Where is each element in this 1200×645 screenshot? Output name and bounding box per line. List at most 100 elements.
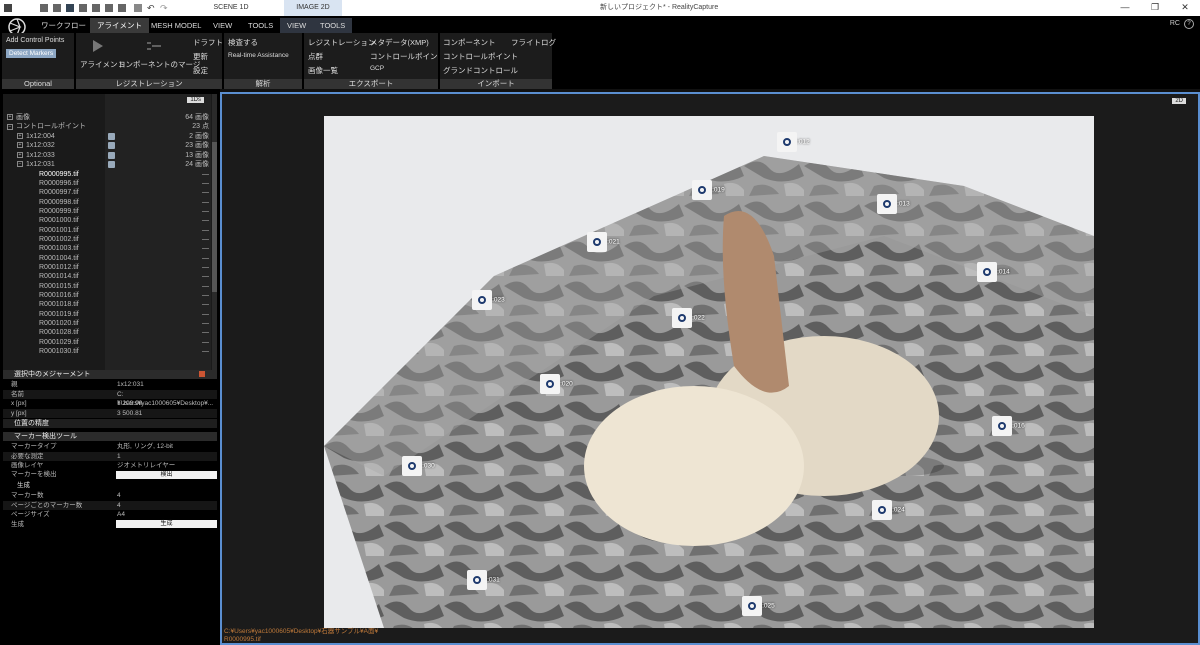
generate-section[interactable]: 生成	[3, 481, 217, 490]
tree-node[interactable]: + 画像	[7, 113, 30, 122]
layout-3-icon[interactable]	[66, 4, 74, 12]
control-point-marker[interactable]: 1x12:016	[992, 416, 1025, 436]
image-file-item[interactable]: R0001030.tif	[39, 347, 79, 356]
image-file-item[interactable]: R0001004.tif	[39, 254, 79, 263]
settings-button[interactable]: 設定	[193, 65, 208, 76]
image-file-item[interactable]: R0000996.tif	[39, 179, 79, 188]
tree-node[interactable]: +1x12:032	[17, 141, 55, 150]
realtime-assistance-button[interactable]: Real-time Assistance	[228, 52, 289, 59]
marker-target-icon[interactable]	[402, 456, 422, 476]
add-control-points-button[interactable]: Add Control Points	[6, 37, 64, 44]
export-controlpoints-button[interactable]: コントロールポイント	[370, 51, 445, 62]
import-groundcontrol-button[interactable]: グランドコントロール	[443, 65, 518, 76]
tab-alignment[interactable]: アライメント	[90, 18, 149, 33]
export-pointcloud-button[interactable]: 点群	[308, 51, 323, 62]
image-file-item[interactable]: R0001012.tif	[39, 263, 79, 272]
tab-tools[interactable]: TOOLS	[241, 18, 280, 33]
import-component-button[interactable]: コンポーネント	[443, 37, 496, 48]
export-imagelist-button[interactable]: 画像一覧	[308, 65, 338, 76]
image-file-item[interactable]: R0001020.tif	[39, 319, 79, 328]
checkbox-icon[interactable]	[108, 142, 115, 150]
property-row[interactable]: マーカータイプ 丸形, リング, 12-bit	[3, 442, 217, 451]
control-point-marker[interactable]: 1x12:013	[877, 194, 910, 214]
property-row[interactable]: y [px] 3 500.81	[3, 408, 217, 418]
control-point-marker[interactable]: 1x12:021	[587, 232, 620, 252]
import-controlpoints-button[interactable]: コントロールポイント	[443, 51, 518, 62]
expand-icon[interactable]: +	[17, 151, 23, 158]
image-file-item[interactable]: R0001028.tif	[39, 328, 79, 337]
tab-scene-1d[interactable]: SCENE 1D	[178, 0, 284, 16]
control-point-marker[interactable]: 1x12:012	[777, 132, 810, 152]
pin-icon[interactable]	[199, 371, 205, 377]
merge-components-button[interactable]: コンポーネントのマージ	[118, 59, 200, 70]
image-file-item[interactable]: R0001015.tif	[39, 282, 79, 291]
inspect-button[interactable]: 検査する	[228, 37, 258, 48]
tree-node[interactable]: −1x12:031	[17, 160, 55, 169]
marker-target-icon[interactable]	[587, 232, 607, 252]
image-file-item[interactable]: R0000998.tif	[39, 198, 79, 207]
generate-button[interactable]: 生成	[116, 520, 217, 528]
minimize-button[interactable]: —	[1110, 0, 1140, 16]
tab-mesh-model[interactable]: MESH MODEL	[144, 18, 208, 33]
tree-scrollbar[interactable]	[212, 94, 217, 373]
image-file-item[interactable]: R0001003.tif	[39, 244, 79, 253]
property-row[interactable]: 名前 C:¥Users¥yac1000605¥Desktop¥...	[3, 389, 217, 407]
marker-target-icon[interactable]	[877, 194, 897, 214]
help-icon[interactable]: ?	[1184, 19, 1194, 29]
image-2d-viewport[interactable]: 2D 1x12:012 1x12:019 1x12:013 1x12:021 1x12:…	[220, 92, 1200, 645]
tree-node[interactable]: +1x12:033	[17, 151, 55, 160]
tab-tools-2d[interactable]: TOOLS	[313, 18, 353, 33]
image-file-item[interactable]: R0000999.tif	[39, 207, 79, 216]
tab-image-2d[interactable]: IMAGE 2D	[284, 0, 342, 16]
control-point-marker[interactable]: 1x12:025	[742, 596, 775, 616]
property-row[interactable]: 画像レイヤ ジオメトリレイヤー	[3, 461, 217, 470]
property-row[interactable]: 必要な測定 1	[3, 451, 217, 461]
control-point-marker[interactable]: 1x12:030	[402, 456, 435, 476]
control-point-marker[interactable]: 1x12:031	[467, 570, 500, 590]
control-point-marker[interactable]: 1x12:023	[472, 290, 505, 310]
expand-icon[interactable]: +	[17, 132, 23, 139]
checkbox-icon[interactable]	[108, 161, 115, 168]
image-file-item[interactable]: R0000997.tif	[39, 188, 79, 197]
1ds-button[interactable]: 1Ds	[187, 97, 204, 103]
accuracy-section[interactable]: 位置の精度	[3, 419, 217, 428]
control-point-marker[interactable]: 1x12:020	[540, 374, 573, 394]
marker-target-icon[interactable]	[977, 262, 997, 282]
control-point-marker[interactable]: 1x12:014	[977, 262, 1010, 282]
update-button[interactable]: 更新	[193, 51, 208, 62]
expand-icon[interactable]: −	[7, 123, 13, 130]
import-flightlog-button[interactable]: フライトログ	[511, 37, 556, 48]
marker-target-icon[interactable]	[672, 308, 692, 328]
property-row[interactable]: 親 1x12:031	[3, 380, 217, 389]
marker-target-icon[interactable]	[872, 500, 892, 520]
marker-target-icon[interactable]	[472, 290, 492, 310]
expand-icon[interactable]: +	[7, 114, 13, 121]
tree-scroll-thumb[interactable]	[212, 142, 217, 292]
image-file-item[interactable]: R0001002.tif	[39, 235, 79, 244]
undo-icon[interactable]: ↶	[147, 4, 155, 13]
export-registration-button[interactable]: レジストレーション	[308, 37, 375, 48]
image-file-item[interactable]: R0000995.tif	[39, 170, 79, 179]
detect-markers-button[interactable]: Detect Markers	[6, 49, 57, 58]
layout-5-icon[interactable]	[92, 4, 100, 12]
tree-node[interactable]: +1x12:004	[17, 132, 55, 141]
layout-6-icon[interactable]	[105, 4, 113, 12]
property-row[interactable]: ページごとのマーカー数 4	[3, 500, 217, 510]
export-gcp-button[interactable]: GCP	[370, 65, 384, 72]
layout-7-icon[interactable]	[118, 4, 126, 12]
image-file-item[interactable]: R0001001.tif	[39, 226, 79, 235]
app-menu-icon[interactable]	[4, 4, 12, 12]
checkbox-icon[interactable]	[108, 151, 115, 159]
property-row[interactable]: マーカー数 4	[3, 491, 217, 500]
expand-icon[interactable]: −	[17, 161, 23, 168]
layout-4-icon[interactable]	[79, 4, 87, 12]
layout-2-icon[interactable]	[53, 4, 61, 12]
marker-target-icon[interactable]	[467, 570, 487, 590]
save-icon[interactable]	[134, 4, 142, 12]
checkbox-icon[interactable]	[108, 132, 115, 140]
tab-workflow[interactable]: ワークフロー	[34, 18, 93, 33]
marker-target-icon[interactable]	[692, 180, 712, 200]
marker-target-icon[interactable]	[540, 374, 560, 394]
property-row[interactable]: ページサイズ A4	[3, 510, 217, 519]
marker-target-icon[interactable]	[992, 416, 1012, 436]
